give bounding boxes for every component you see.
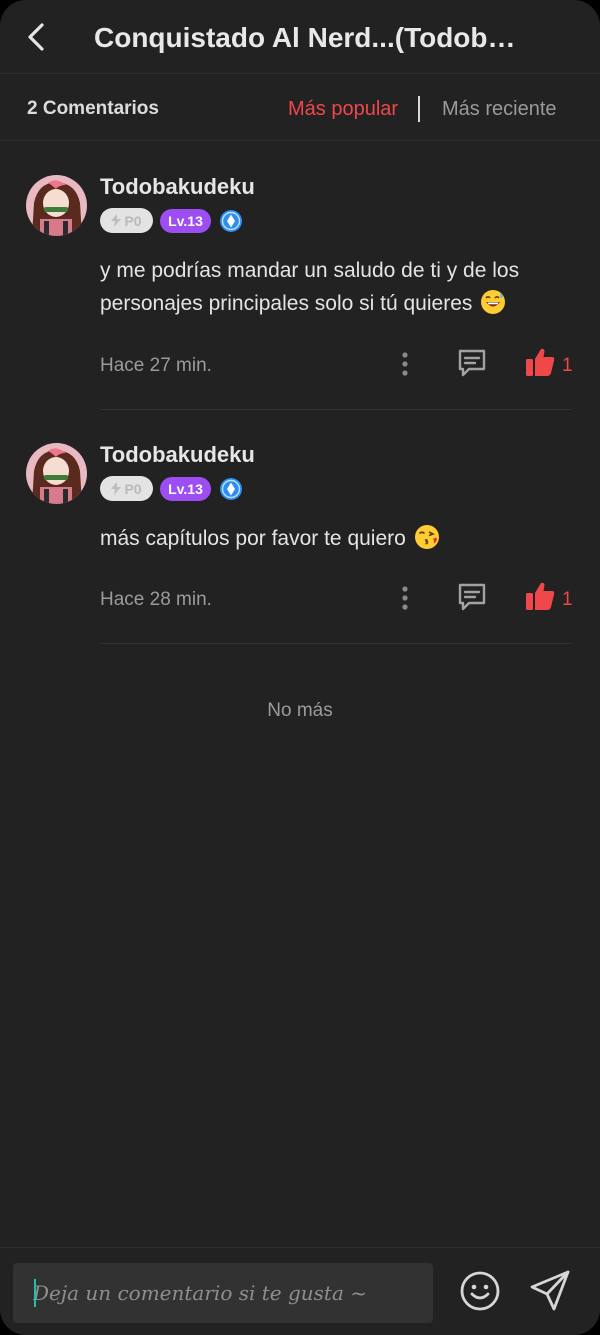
more-options-icon[interactable] [394, 584, 416, 612]
verified-diamond-icon [220, 209, 242, 232]
thumbs-up-icon[interactable] [524, 346, 556, 378]
level-badge: Lv.13 [160, 208, 211, 233]
emoji-picker-icon[interactable] [458, 1269, 502, 1313]
send-icon[interactable] [527, 1268, 573, 1314]
lightning-icon [111, 214, 122, 227]
sort-divider [418, 96, 420, 122]
points-badge-label: P0 [124, 480, 142, 497]
comment-timestamp: Hace 28 min. [100, 589, 212, 610]
reply-comment-icon[interactable] [456, 347, 488, 379]
reply-comment-icon[interactable] [456, 581, 488, 613]
back-arrow-icon[interactable] [22, 20, 54, 54]
like-count: 1 [562, 355, 573, 376]
comment-divider [100, 643, 572, 644]
comment-count: 2 Comentarios [27, 98, 159, 119]
avatar[interactable] [26, 443, 87, 504]
comment-timestamp: Hace 27 min. [100, 355, 212, 376]
comment-input-bar [0, 1247, 600, 1335]
page-title: Conquistado Al Nerd...(Todob… [94, 22, 514, 53]
user-badges: P0 Lv.13 [100, 208, 243, 233]
grinning-sweat-emoji-icon [481, 290, 506, 314]
level-badge: Lv.13 [160, 476, 211, 501]
user-badges: P0 Lv.13 [100, 476, 243, 501]
text-cursor [34, 1279, 36, 1307]
comment-username[interactable]: Todobakudeku [100, 442, 255, 468]
points-badge: P0 [100, 476, 153, 501]
top-bar: Conquistado Al Nerd...(Todob… [0, 0, 600, 74]
sort-bar: 2 Comentarios Más popular Más reciente [0, 75, 600, 141]
comment-username[interactable]: Todobakudeku [100, 174, 255, 200]
lightning-icon [111, 482, 122, 495]
comment-body: más capítulos por favor te quiero [100, 527, 406, 550]
thumbs-up-icon[interactable] [524, 580, 556, 612]
points-badge-label: P0 [124, 212, 142, 229]
verified-diamond-icon [220, 477, 242, 500]
comment-body: y me podrías mandar un saludo de ti y de… [100, 259, 520, 315]
end-of-list-label: No más [267, 700, 333, 721]
sort-most-recent-tab[interactable]: Más reciente [442, 98, 557, 121]
face-blowing-kiss-emoji-icon [414, 525, 439, 549]
points-badge: P0 [100, 208, 153, 233]
more-options-icon[interactable] [394, 350, 416, 378]
comment-divider [100, 409, 572, 410]
avatar[interactable] [26, 175, 87, 236]
sort-most-popular-tab[interactable]: Más popular [288, 98, 398, 121]
like-count: 1 [562, 589, 573, 610]
comment-text: y me podrías mandar un saludo de ti y de… [100, 254, 580, 320]
comment-input[interactable] [13, 1263, 433, 1323]
comment-text: más capítulos por favor te quiero [100, 522, 580, 555]
comments-screen: Conquistado Al Nerd...(Todob… 2 Comentar… [0, 0, 600, 1335]
